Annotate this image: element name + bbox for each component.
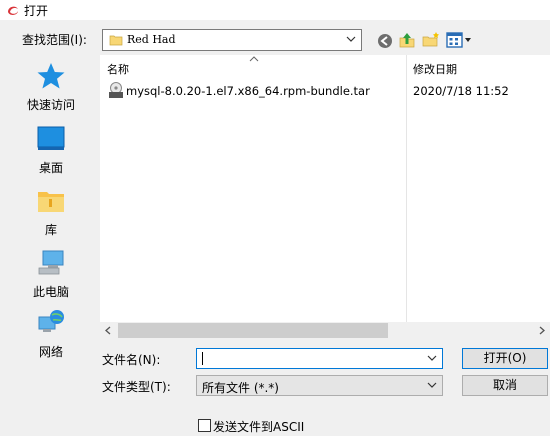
scroll-right-icon[interactable] (538, 326, 546, 335)
open-button-label: 打开(O) (483, 351, 527, 365)
lookin-dropdown[interactable]: Red Had (102, 29, 362, 51)
filetype-label: 文件类型(T): (102, 380, 171, 394)
desktop-icon (37, 126, 65, 150)
place-label: 此电脑 (32, 285, 69, 299)
scrollbar-thumb[interactable] (118, 323, 388, 338)
column-header-date[interactable]: 修改日期 (413, 61, 457, 77)
place-quick-access[interactable]: 快速访问 (5, 61, 97, 113)
place-this-pc[interactable]: 此电脑 (5, 248, 97, 300)
ascii-checkbox[interactable] (198, 419, 211, 432)
file-list[interactable]: 名称 修改日期 mysql-8.0.20-1.el7.x86_64.rpm-bu… (100, 55, 550, 339)
place-label: 网络 (38, 345, 63, 359)
scroll-left-icon[interactable] (104, 326, 112, 335)
file-name: mysql-8.0.20-1.el7.x86_64.rpm-bundle.tar (126, 84, 370, 98)
network-icon (38, 310, 64, 332)
horizontal-scrollbar[interactable] (100, 322, 550, 339)
place-network[interactable]: 网络 (5, 308, 97, 360)
filename-input[interactable] (196, 348, 443, 369)
ascii-label[interactable]: 发送文件到ASCII (213, 418, 304, 435)
star-icon (37, 63, 65, 89)
lookin-label: 查找范围(I): (22, 33, 87, 47)
chevron-down-icon[interactable] (426, 378, 438, 392)
open-button[interactable]: 打开(O) (462, 348, 548, 369)
window-title: 打开 (24, 4, 49, 18)
place-label: 快速访问 (26, 98, 75, 112)
places-bar: 快速访问 桌面 库 此电脑 网络 (5, 56, 97, 381)
cancel-button[interactable]: 取消 (462, 375, 548, 396)
app-swirl-icon (8, 6, 18, 15)
computer-icon (38, 250, 64, 275)
view-grid-icon (446, 32, 471, 48)
cancel-button-label: 取消 (492, 378, 517, 392)
place-label: 桌面 (38, 161, 63, 175)
folder-icon (109, 35, 123, 46)
column-header-name[interactable]: 名称 (107, 61, 129, 77)
filetype-dropdown[interactable]: 所有文件 (*.*) (196, 375, 443, 396)
lookin-value: Red Had (127, 33, 176, 46)
back-icon[interactable] (375, 31, 395, 51)
chevron-down-icon[interactable] (345, 32, 357, 46)
place-desktop[interactable]: 桌面 (5, 124, 97, 176)
library-folder-icon (38, 192, 64, 212)
filename-label: 文件名(N): (102, 353, 161, 367)
sort-ascending-icon (249, 56, 259, 62)
view-menu-button[interactable] (445, 31, 473, 49)
chevron-down-icon[interactable] (426, 351, 438, 365)
column-divider (406, 55, 407, 339)
new-folder-icon[interactable] (421, 30, 441, 50)
place-library[interactable]: 库 (5, 186, 97, 238)
text-caret (202, 352, 203, 365)
up-folder-icon[interactable] (397, 30, 417, 50)
tar-archive-icon (109, 82, 123, 98)
file-date: 2020/7/18 11:52 (413, 84, 509, 98)
filetype-value: 所有文件 (*.*) (202, 381, 279, 395)
title-bar: 打开 (0, 0, 550, 20)
place-label: 库 (44, 223, 57, 237)
